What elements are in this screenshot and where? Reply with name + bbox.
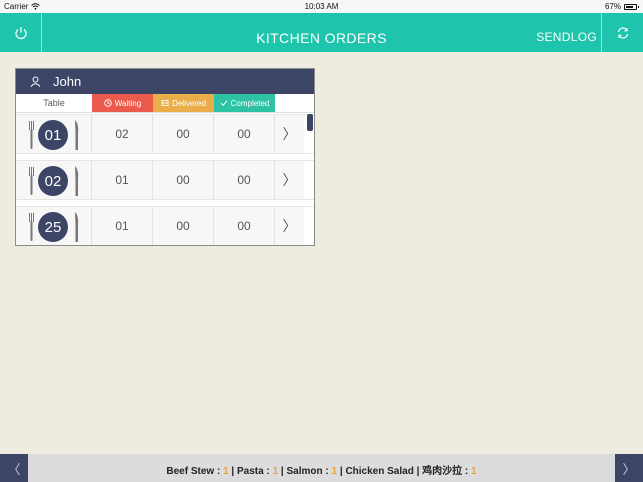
row-detail-chevron[interactable]: 〉 — [275, 115, 304, 153]
delivered-count: 00 — [153, 161, 214, 199]
sendlog-button[interactable]: SENDLOG — [536, 30, 597, 44]
table-rows: 01 02 00 00 〉 02 01 00 00 〉 25 01 00 00 … — [16, 114, 314, 245]
bottom-bar: 〈 Beef Stew : 1 | Pasta : 1 | Salmon : 1… — [0, 454, 643, 482]
user-icon — [30, 76, 41, 87]
column-header-table: Table — [16, 94, 92, 112]
summary-item-name: 鸡肉沙拉 — [422, 466, 463, 477]
column-label-completed: Completed — [230, 98, 270, 108]
table-row[interactable]: 01 02 00 00 〉 — [16, 114, 314, 154]
status-bar: Carrier 10:03 AM 67% — [0, 0, 643, 13]
column-header-completed: Completed — [214, 94, 275, 112]
battery-info: 67% — [604, 2, 639, 11]
completed-count: 00 — [214, 207, 275, 245]
tray-icon — [161, 100, 169, 106]
waiter-name: John — [53, 74, 82, 89]
completed-count: 00 — [214, 115, 275, 153]
refresh-button[interactable] — [601, 13, 643, 52]
list-scrollbar[interactable] — [307, 114, 313, 131]
table-cell: 25 — [16, 207, 92, 245]
waiting-count: 02 — [92, 115, 153, 153]
column-header-blank — [275, 94, 314, 112]
row-detail-chevron[interactable]: 〉 — [275, 207, 304, 245]
status-time: 10:03 AM — [304, 2, 339, 11]
row-detail-chevron[interactable]: 〉 — [275, 161, 304, 199]
summary-item-qty: 1 — [223, 466, 229, 477]
fork-icon — [29, 167, 34, 195]
check-icon — [220, 100, 228, 107]
waiting-count: 01 — [92, 161, 153, 199]
waiting-count: 01 — [92, 207, 153, 245]
clock-icon — [104, 99, 112, 107]
summary-item-name: Chicken Salad — [345, 466, 414, 477]
battery-percent: 67% — [604, 2, 621, 11]
column-header-waiting: Waiting — [92, 94, 153, 112]
battery-icon — [624, 3, 639, 10]
table-row[interactable]: 25 01 00 00 〉 — [16, 206, 314, 245]
table-number-badge: 25 — [38, 212, 68, 242]
table-cell: 01 — [16, 115, 92, 153]
column-label-table: Table — [43, 98, 65, 108]
summary-item-qty: 1 — [272, 466, 279, 477]
waiter-panel: John Table Waiting Delivered Completed 0… — [15, 68, 315, 246]
column-label-waiting: Waiting — [114, 98, 142, 108]
order-summary: Beef Stew : 1 | Pasta : 1 | Salmon : 1 |… — [166, 466, 477, 477]
fork-icon — [29, 213, 34, 241]
column-headers: Table Waiting Delivered Completed — [16, 94, 314, 113]
knife-icon — [75, 212, 79, 242]
panel-header: John — [16, 69, 314, 94]
delivered-count: 00 — [153, 207, 214, 245]
table-row[interactable]: 02 01 00 00 〉 — [16, 160, 314, 200]
table-number-badge: 01 — [38, 120, 68, 150]
table-number-badge: 02 — [38, 166, 68, 196]
summary-item-name: Pasta — [237, 466, 264, 477]
next-button[interactable]: 〉 — [615, 454, 643, 482]
fork-icon — [29, 121, 34, 149]
column-label-delivered: Delivered — [172, 98, 206, 108]
summary-item-name: Beef Stew — [166, 466, 215, 477]
completed-count: 00 — [214, 161, 275, 199]
summary-item-qty: 1 — [471, 466, 477, 477]
knife-icon — [75, 166, 79, 196]
refresh-icon — [617, 26, 628, 39]
previous-button[interactable]: 〈 — [0, 454, 28, 482]
summary-item-qty: 1 — [331, 466, 338, 477]
summary-item-name: Salmon — [286, 466, 323, 477]
table-cell: 02 — [16, 161, 92, 199]
column-header-delivered: Delivered — [153, 94, 214, 112]
delivered-count: 00 — [153, 115, 214, 153]
top-bar: KITCHEN ORDERS SENDLOG — [0, 13, 643, 52]
knife-icon — [75, 120, 79, 150]
